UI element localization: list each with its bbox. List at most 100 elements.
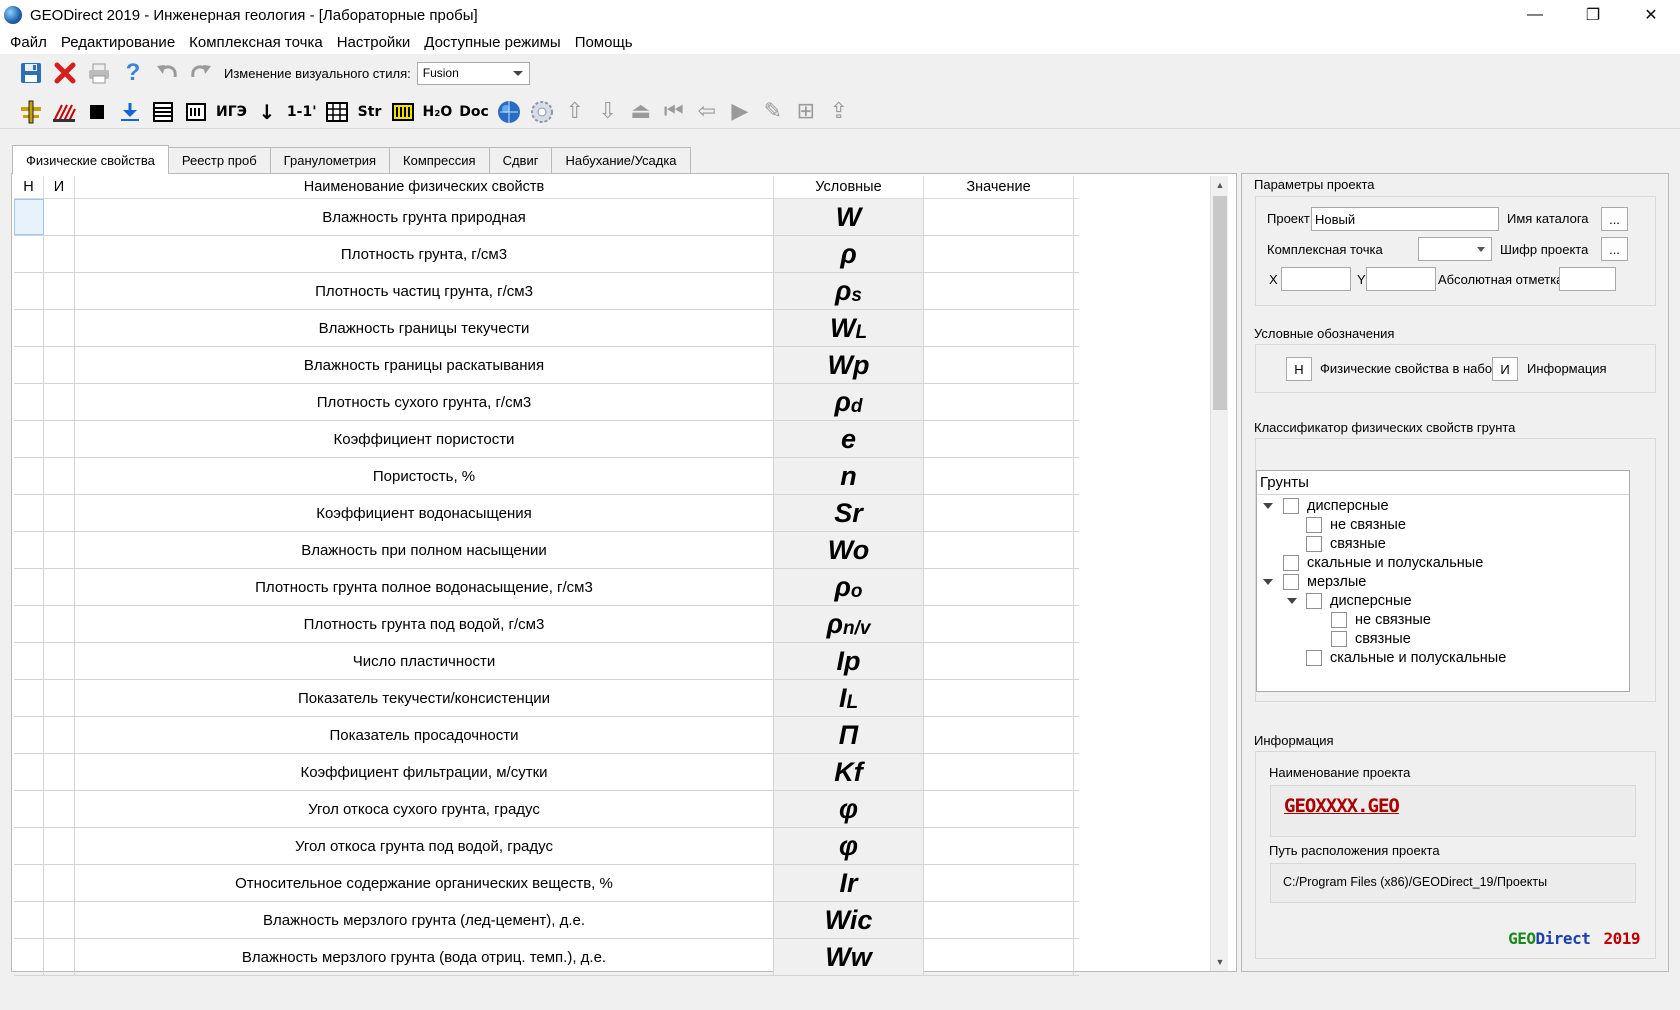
tab-swelling[interactable]: Набухание/Усадка (551, 147, 691, 173)
tree-item-frozen-cohesive[interactable]: связные (1331, 629, 1411, 649)
checkbox[interactable] (1331, 612, 1347, 628)
expand-arrow-icon[interactable] (1263, 579, 1273, 585)
tree-item-cohesive[interactable]: связные (1306, 534, 1386, 554)
checkbox[interactable] (1306, 517, 1322, 533)
tab-granulometry[interactable]: Гранулометрия (269, 147, 391, 173)
cell-i-checkbox[interactable] (44, 828, 75, 864)
cell-value-input[interactable] (924, 495, 1074, 531)
cell-i-checkbox[interactable] (44, 532, 75, 568)
checkbox[interactable] (1283, 574, 1299, 590)
cipher-browse-button[interactable]: ... (1601, 237, 1628, 261)
grid-icon[interactable] (324, 99, 350, 125)
cell-i-checkbox[interactable] (44, 495, 75, 531)
black-square-icon[interactable] (84, 99, 110, 125)
download-icon[interactable] (117, 99, 143, 125)
cell-i-checkbox[interactable] (44, 347, 75, 383)
table-row[interactable]: Показатель просадочности П (14, 717, 1079, 754)
cell-value-input[interactable] (924, 347, 1074, 383)
cell-i-checkbox[interactable] (44, 791, 75, 827)
vertical-scrollbar[interactable]: ▲ ▼ (1210, 176, 1228, 971)
cell-value-input[interactable] (924, 865, 1074, 901)
menu-edit[interactable]: Редактирование (56, 34, 180, 51)
col-header-i[interactable]: И (44, 176, 75, 198)
table-row[interactable]: Плотность грунта полное водонасыщение, г… (14, 569, 1079, 606)
menu-help[interactable]: Помощь (570, 34, 638, 51)
table-row[interactable]: Пористость, % n (14, 458, 1079, 495)
save-icon[interactable] (18, 60, 44, 86)
table-row[interactable]: Коэффициент водонасыщения Sr (14, 495, 1079, 532)
cell-i-checkbox[interactable] (44, 754, 75, 790)
complex-point-select[interactable] (1418, 237, 1492, 261)
section-button[interactable]: 1-1' (287, 99, 317, 125)
maximize-button[interactable]: ❐ (1564, 0, 1622, 30)
tree-item-frozen-noncohesive[interactable]: не связные (1331, 610, 1431, 630)
scroll-thumb[interactable] (1213, 196, 1227, 410)
table-row[interactable]: Влажность мерзлого грунта (лед-цемент), … (14, 902, 1079, 939)
cell-value-input[interactable] (924, 643, 1074, 679)
cell-n-checkbox[interactable] (14, 643, 44, 679)
menu-settings[interactable]: Настройки (332, 34, 416, 51)
ige-button[interactable]: ИГЭ (216, 99, 247, 125)
bars-icon[interactable] (390, 99, 416, 125)
cell-n-checkbox[interactable] (14, 347, 44, 383)
cell-value-input[interactable] (924, 532, 1074, 568)
table-row[interactable]: Относительное содержание органических ве… (14, 865, 1079, 902)
checkbox[interactable] (1306, 593, 1322, 609)
cell-value-input[interactable] (924, 828, 1074, 864)
cell-i-checkbox[interactable] (44, 606, 75, 642)
table-row[interactable]: Коэффициент фильтрации, м/сутки Kf (14, 754, 1079, 791)
sheet-icon[interactable] (183, 99, 209, 125)
table-row[interactable]: Плотность частиц грунта, г/см3 ρ s (14, 273, 1079, 310)
tab-compression[interactable]: Компрессия (389, 147, 490, 173)
checkbox[interactable] (1306, 536, 1322, 552)
table-icon[interactable] (150, 99, 176, 125)
tree-item-frozen[interactable]: мерзлые (1263, 572, 1366, 592)
col-header-name[interactable]: Наименование физических свойств (75, 176, 774, 198)
borehole-icon[interactable] (18, 99, 44, 125)
tree-item-frozen-rocky[interactable]: скальные и полускальные (1306, 648, 1506, 668)
checkbox[interactable] (1306, 650, 1322, 666)
skip-back-icon[interactable]: ⏮ (661, 99, 687, 125)
cell-n-checkbox[interactable] (14, 236, 44, 272)
checkbox[interactable] (1283, 498, 1299, 514)
close-button[interactable]: ✕ (1622, 0, 1680, 30)
upload-icon[interactable]: ⇪ (826, 99, 852, 125)
cell-i-checkbox[interactable] (44, 643, 75, 679)
arrow-up-icon[interactable]: ⇧ (562, 99, 588, 125)
scroll-up-icon[interactable]: ▲ (1211, 176, 1229, 194)
cell-value-input[interactable] (924, 606, 1074, 642)
pencil-icon[interactable]: ✎ (760, 99, 786, 125)
play-icon[interactable]: ▶ (727, 99, 753, 125)
table-row[interactable]: Влажность мерзлого грунта (вода отриц. т… (14, 939, 1079, 976)
cell-i-checkbox[interactable] (44, 236, 75, 272)
table-row[interactable]: Плотность сухого грунта, г/см3 ρ d (14, 384, 1079, 421)
undo-icon[interactable] (154, 60, 180, 86)
cell-i-checkbox[interactable] (44, 717, 75, 753)
cell-i-checkbox[interactable] (44, 273, 75, 309)
cell-value-input[interactable] (924, 384, 1074, 420)
abs-input[interactable] (1559, 267, 1616, 291)
cell-n-checkbox[interactable] (14, 902, 44, 938)
cell-n-checkbox[interactable] (14, 606, 44, 642)
checkbox[interactable] (1283, 555, 1299, 571)
table-row[interactable]: Угол откоса грунта под водой, градус φ (14, 828, 1079, 865)
cell-value-input[interactable] (924, 717, 1074, 753)
cell-n-checkbox[interactable] (14, 680, 44, 716)
cell-n-checkbox[interactable] (14, 828, 44, 864)
style-select[interactable]: Fusion (416, 61, 530, 85)
cell-n-checkbox[interactable] (14, 310, 44, 346)
cell-i-checkbox[interactable] (44, 569, 75, 605)
eject-icon[interactable]: ⏏ (628, 99, 654, 125)
h2o-button[interactable]: H₂O (423, 99, 453, 125)
minimize-button[interactable]: — (1506, 0, 1564, 30)
str-button[interactable]: Str (357, 99, 383, 125)
cell-value-input[interactable] (924, 902, 1074, 938)
cell-i-checkbox[interactable] (44, 458, 75, 494)
cell-value-input[interactable] (924, 236, 1074, 272)
layout-icon[interactable]: ⊞ (793, 99, 819, 125)
tree-item-dispersed[interactable]: дисперсные (1263, 496, 1389, 516)
cell-n-checkbox[interactable] (14, 532, 44, 568)
cell-value-input[interactable] (924, 421, 1074, 457)
arrow-down-icon[interactable]: ↓ (254, 99, 280, 125)
arrow-down-outline-icon[interactable]: ⇩ (595, 99, 621, 125)
